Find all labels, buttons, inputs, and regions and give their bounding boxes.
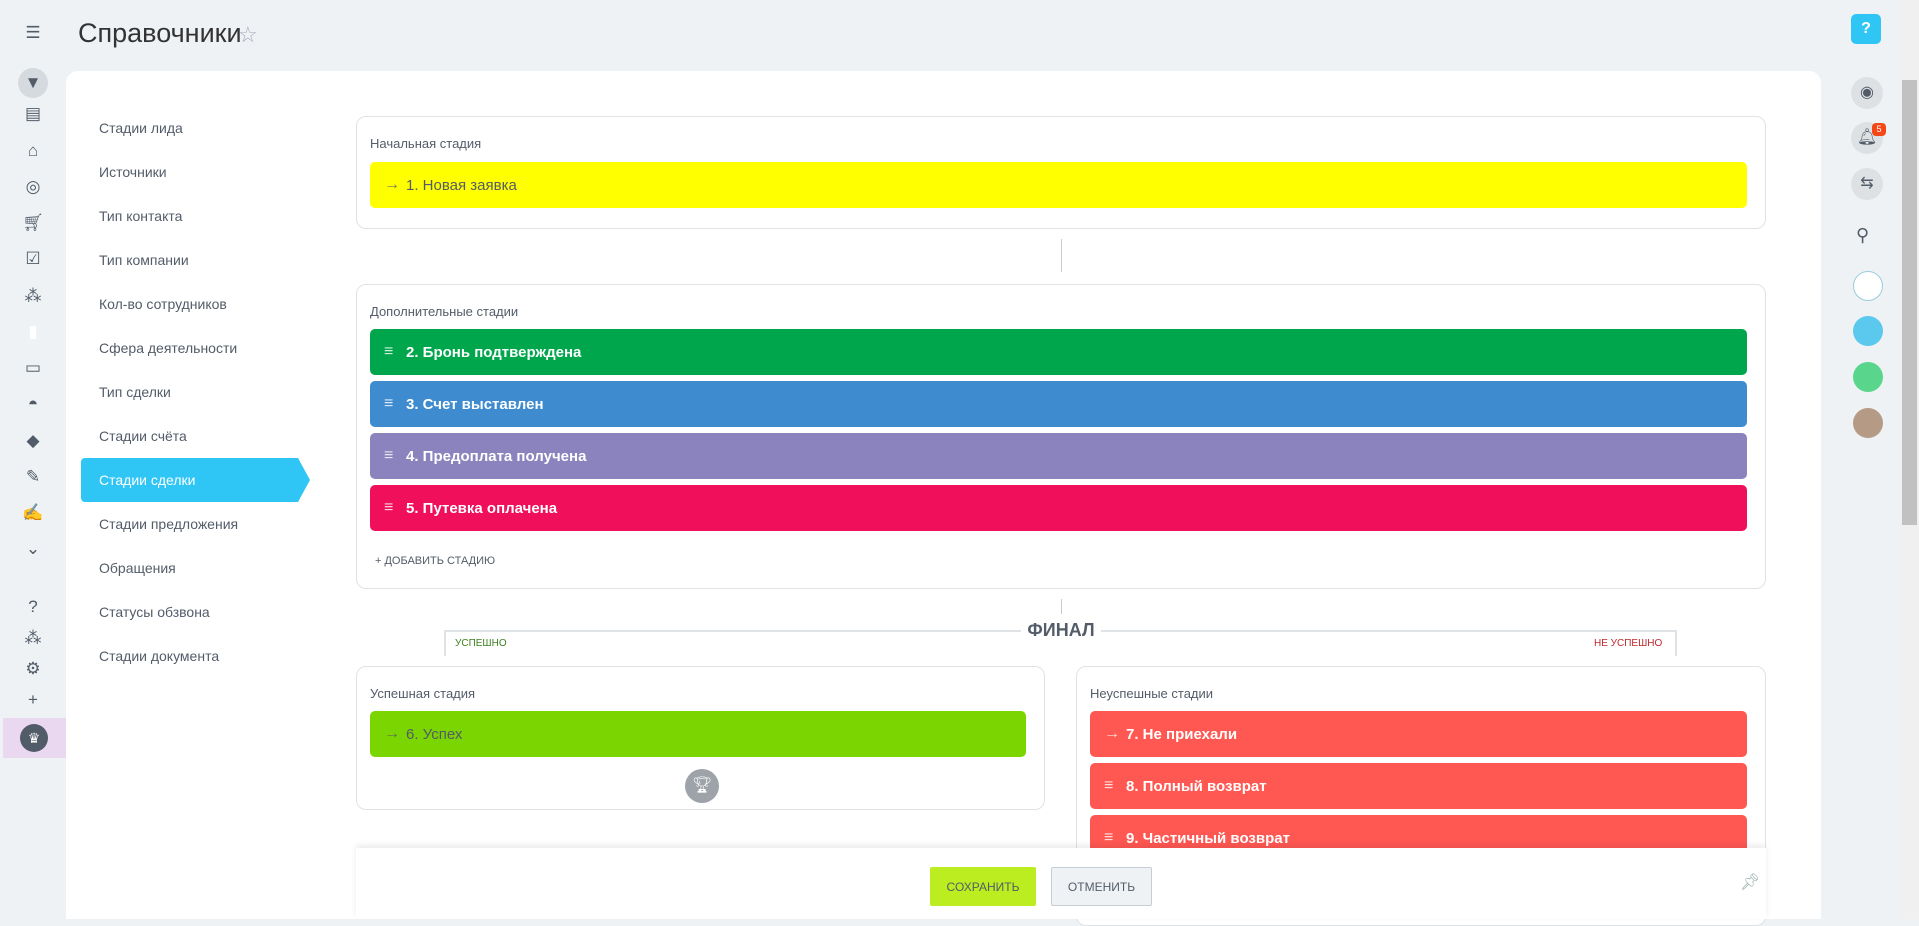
user-avatar[interactable] [1853, 408, 1883, 438]
additional-stages-section: Дополнительные стадии ≡ 2. Бронь подтверж… [356, 284, 1766, 589]
help-icon[interactable]: ? [1851, 14, 1881, 44]
drag-handle-icon[interactable]: ≡ [384, 343, 406, 361]
stream-icon[interactable]: ◉ [1851, 77, 1883, 109]
save-button[interactable]: СОХРАНИТЬ [930, 867, 1036, 906]
chart-icon[interactable]: ▮ [20, 321, 46, 343]
stage-name[interactable]: 2. Бронь подтверждена [406, 344, 581, 361]
menu-item[interactable]: Кол-во сотрудников [99, 282, 316, 326]
store-icon[interactable]: ⌂ [20, 140, 46, 162]
notification-badge: 5 [1872, 123, 1886, 136]
chat-icon[interactable]: ⇆ [1851, 168, 1883, 200]
stage-bar[interactable]: ≡ 4. Предоплата получена [370, 433, 1747, 479]
menu-item[interactable]: Тип контакта [99, 194, 316, 238]
menu-item[interactable]: Источники [99, 150, 316, 194]
hierarchy-icon[interactable]: ⁂ [20, 627, 46, 649]
cancel-button[interactable]: ОТМЕНИТЬ [1051, 867, 1152, 906]
page-title: Справочники [78, 18, 242, 48]
connector-line [1061, 599, 1062, 614]
crown-icon: ♛ [20, 724, 48, 752]
help-icon[interactable]: ? [20, 596, 46, 618]
menu-item[interactable]: Тип компании [99, 238, 316, 282]
stage-name[interactable]: 3. Счет выставлен [406, 396, 544, 413]
box-icon[interactable]: ◆ [20, 430, 46, 452]
plus-icon[interactable]: + [20, 689, 46, 711]
left-navigation-bar: ☰ ▼ ▤ ⌂ ◎ 🛒︎ ☑ ⁂ ▮ ▭ ◓ ◆ ✎ ✍ ⌄ ? ⁂ ⚙ + ♛ [0, 0, 66, 919]
checkbox-icon[interactable]: ☑ [20, 248, 46, 270]
app-logo-icon[interactable] [1853, 271, 1883, 301]
menu-item[interactable]: Обращения [99, 546, 316, 590]
stage-name[interactable]: 5. Путевка оплачена [406, 500, 557, 517]
contact-card-icon[interactable]: ▭ [20, 357, 46, 379]
menu-item[interactable]: Тип сделки [99, 370, 316, 414]
menu-item[interactable]: Стадии лида [99, 106, 316, 150]
stage-bar[interactable]: → 6. Успех [370, 711, 1026, 757]
arrow-right-icon: → [1104, 725, 1120, 742]
star-icon[interactable]: ☆ [238, 22, 258, 48]
section-label: Дополнительные стадии [370, 304, 519, 319]
connector-line [1061, 239, 1062, 272]
menu-item[interactable]: Стадии документа [99, 634, 316, 678]
drag-handle-icon[interactable]: ≡ [384, 395, 406, 413]
add-stage-button[interactable]: + ДОБАВИТЬ СТАДИЮ [375, 555, 495, 567]
final-title: ФИНАЛ [1021, 620, 1101, 641]
stage-bar[interactable]: ≡ 3. Счет выставлен [370, 381, 1747, 427]
document-edit-icon[interactable]: ✎ [20, 466, 46, 488]
stage-bar[interactable]: ≡ 2. Бронь подтверждена [370, 329, 1747, 375]
stage-name[interactable]: 1. Новая заявка [406, 177, 517, 194]
cart-icon[interactable]: 🛒︎ [20, 212, 46, 234]
arrow-right-icon: → [384, 176, 400, 193]
stage-bar[interactable]: ≡ 8. Полный возврат [1090, 763, 1747, 809]
fail-label: НЕ УСПЕШНО [1594, 638, 1663, 649]
success-label: УСПЕШНО [455, 638, 507, 649]
drag-handle-icon[interactable]: ≡ [1104, 777, 1126, 795]
menu-item[interactable]: Стадии предложения [99, 502, 316, 546]
drag-handle-icon[interactable]: ≡ [384, 499, 406, 517]
stage-name[interactable]: 8. Полный возврат [1126, 778, 1267, 795]
drag-handle-icon[interactable]: ≡ [384, 447, 406, 465]
start-stage-section: Начальная стадия → 1. Новая заявка [356, 116, 1766, 229]
upgrade-item[interactable]: ♛ [3, 718, 66, 758]
menu-item-active[interactable]: Стадии сделки [81, 458, 310, 502]
section-label: Неуспешные стадии [1090, 686, 1214, 701]
robot-icon[interactable]: ◓ [20, 393, 46, 415]
signature-icon[interactable]: ✍ [20, 502, 46, 524]
funnel-icon[interactable]: ▼ [18, 68, 48, 98]
stage-name[interactable]: 4. Предоплата получена [406, 448, 586, 465]
stage-name[interactable]: 9. Частичный возврат [1126, 830, 1290, 847]
trophy-icon: 🏆︎ [685, 769, 719, 803]
scrollbar[interactable] [1900, 0, 1919, 919]
pin-icon[interactable]: 📌︎ [1740, 872, 1760, 892]
stage-bar[interactable]: ≡ 5. Путевка оплачена [370, 485, 1747, 531]
menu-item[interactable]: Стадии счёта [99, 414, 316, 458]
footer-bar: СОХРАНИТЬ ОТМЕНИТЬ 📌︎ [356, 848, 1766, 919]
search-icon[interactable]: ⚲ [1856, 225, 1869, 246]
network-icon[interactable]: ⁂ [20, 285, 46, 307]
stage-bar[interactable]: → 7. Не приехали [1090, 711, 1747, 757]
section-label: Успешная стадия [370, 686, 476, 701]
messages-app-icon[interactable] [1853, 316, 1883, 346]
section-label: Начальная стадия [370, 136, 482, 151]
stage-name[interactable]: 6. Успех [406, 726, 462, 743]
menu-icon[interactable]: ☰ [20, 22, 46, 44]
gear-icon[interactable]: ⚙ [20, 658, 46, 680]
stage-name[interactable]: 7. Не приехали [1126, 726, 1237, 743]
news-app-icon[interactable] [1853, 362, 1883, 392]
stage-bar[interactable]: → 1. Новая заявка [370, 162, 1747, 208]
arrow-right-icon: → [384, 725, 400, 742]
more-icon[interactable]: ⌄ [20, 538, 46, 560]
tasks-icon[interactable]: ▤ [20, 103, 46, 125]
success-stage-section: Успешная стадия → 6. Успех 🏆︎ [356, 666, 1045, 810]
menu-item[interactable]: Сфера деятельности [99, 326, 316, 370]
drag-handle-icon[interactable]: ≡ [1104, 829, 1126, 847]
scrollbar-thumb[interactable] [1902, 80, 1917, 525]
menu-item[interactable]: Статусы обзвона [99, 590, 316, 634]
target-icon[interactable]: ◎ [20, 176, 46, 198]
